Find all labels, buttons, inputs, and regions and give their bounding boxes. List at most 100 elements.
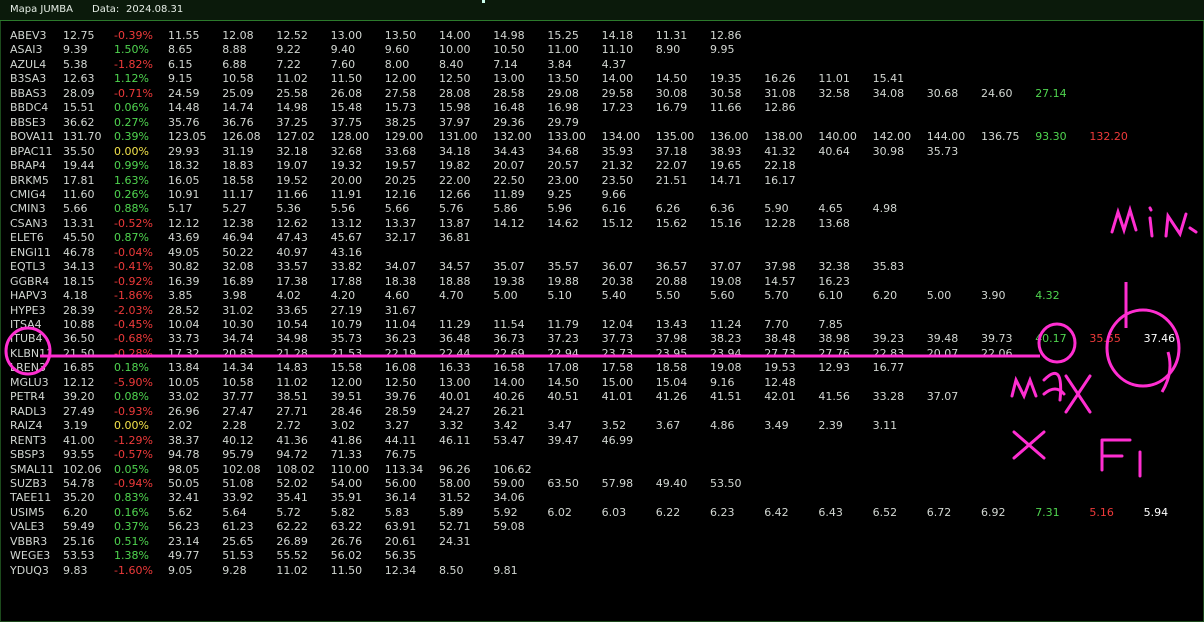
ticker-cell[interactable]: ASAI3 [10,43,42,57]
level-cell: 5.10 [547,289,572,303]
ticker-cell[interactable]: BRAP4 [10,159,46,173]
level-cell: 38.51 [276,390,308,404]
price-cell: 21.50 [63,346,95,360]
level-cell: 14.83 [276,361,308,375]
ticker-cell[interactable]: ITSA4 [10,318,42,332]
level-cell: 37.73 [601,332,634,346]
ticker-cell[interactable]: RAIZ4 [10,419,43,433]
level-cell: 32.08 [222,260,254,274]
ticker-cell[interactable]: ELET6 [10,231,44,245]
change-cell: 0.99% [114,159,149,173]
change-cell: -0.04% [114,245,153,259]
level-cell: 29.36 [493,115,525,129]
level-cell: 17.08 [547,361,579,375]
level-cell: 34.57 [439,260,471,274]
level-cell: 106.62 [493,462,532,476]
ticker-cell[interactable]: VALE3 [10,520,44,534]
ticker-cell[interactable]: HYPE3 [10,304,46,318]
ticker-cell[interactable]: CMIN3 [10,202,46,216]
level-cell: 39.23 [872,332,905,346]
table-row: LREN3 16.85 0.18% 13.84 14.34 14.83 15.58 16.08… [0,361,1204,375]
table-row: RAIZ4 3.19 0.00% 2.02 2.28 2.72 3.02 3.27 3.32 3.… [0,419,1204,433]
table-row: VALE3 59.49 0.37% 56.23 61.23 62.22 63.22 63.91… [0,520,1204,534]
ticker-cell[interactable]: WEGE3 [10,549,50,563]
ticker-cell[interactable]: BRKM5 [10,174,49,188]
ticker-cell[interactable]: BBSE3 [10,116,46,130]
level-cell: 14.50 [547,375,579,389]
ticker-cell[interactable]: CSAN3 [10,217,48,231]
date-value: 2024.08.31 [126,4,184,15]
ticker-cell[interactable]: AZUL4 [10,58,46,72]
price-cell: 5.66 [63,202,88,216]
level-cell: 12.08 [222,29,254,42]
ticker-cell[interactable]: VBBR3 [10,535,47,549]
ticker-cell[interactable]: SBSP3 [10,448,45,462]
level-cell: 49.40 [655,476,688,490]
level-cell: 14.74 [222,101,254,115]
ticker-cell[interactable]: YDUQ3 [10,564,49,578]
level-cell: 11.91 [330,187,363,201]
ticker-cell[interactable]: SUZB3 [10,477,47,491]
ticker-cell[interactable]: MGLU3 [10,376,49,390]
level-cell: 56.02 [330,549,363,563]
ticker-cell[interactable]: RENT3 [10,434,47,448]
ticker-cell[interactable]: EQTL3 [10,260,45,274]
level-cell: 24.27 [439,404,471,418]
level-cell: 47.43 [276,231,308,245]
level-cell: 34.98 [276,332,308,346]
level-cell: 55.52 [276,549,308,563]
level-cell: 45.67 [330,231,363,245]
level-cell: 24.59 [168,86,200,100]
level-cell: 23.94 [710,346,742,360]
ticker-cell[interactable]: B3SA3 [10,72,46,86]
level-cell: 35.93 [601,144,634,158]
level-cell: 6.72 [926,505,952,519]
level-cell: 3.52 [601,419,627,433]
ticker-cell[interactable]: PETR4 [10,390,45,404]
level-cell: 46.99 [601,433,634,447]
level-cell: 11.50 [330,72,363,86]
level-cell: 3.02 [330,419,356,433]
level-cell: 11.00 [547,43,579,57]
ticker-cell[interactable]: BBDC4 [10,101,48,115]
price-cell: 4.18 [63,289,88,303]
level-cell: 9.25 [547,187,572,201]
level-cell: 4.65 [818,202,843,216]
price-cell: 53.53 [63,549,95,563]
ticker-cell[interactable]: CMIG4 [10,188,46,202]
level-cell: 98.05 [168,462,200,476]
ticker-cell[interactable]: KLBN11 [10,347,53,361]
price-cell: 9.39 [63,43,88,57]
ticker-cell[interactable]: ITUB4 [10,332,43,346]
ticker-cell[interactable]: HAPV3 [10,289,47,303]
level-cell: 95.79 [222,448,254,462]
table-row: BRAP4 19.44 0.99% 18.32 18.83 19.07 19.32 19.57… [0,159,1204,173]
level-cell: 3.27 [384,419,410,433]
ticker-cell[interactable]: LREN3 [10,361,46,375]
ticker-cell[interactable]: BPAC11 [10,145,53,159]
level-cell: 34.68 [547,144,579,158]
table-row: ITUB4 36.50 -0.68% 33.73 34.74 34.98 35.73 36.2… [0,332,1204,346]
level-cell: 4.60 [384,289,410,303]
price-cell: 102.06 [63,462,102,476]
level-cell: 59.08 [493,520,525,534]
level-cell: 34.06 [493,491,525,505]
level-cell: 40.51 [547,390,579,404]
ticker-cell[interactable]: BBAS3 [10,87,47,101]
ticker-cell[interactable]: ABEV3 [10,29,47,43]
level-cell: 9.66 [601,187,627,201]
ticker-cell[interactable]: SMAL11 [10,463,54,477]
level-cell: 10.04 [168,318,200,331]
level-cell: 138.00 [764,130,803,144]
level-cell: 15.48 [330,101,363,115]
price-cell: 19.44 [63,159,95,173]
ticker-cell[interactable]: GGBR4 [10,275,49,289]
change-cell: -0.39% [114,29,153,42]
table-row: ASAI3 9.39 1.50% 8.65 8.88 9.22 9.40 9.60 10.00 1… [0,43,1204,57]
ticker-cell[interactable]: USIM5 [10,506,45,520]
level-cell: 31.19 [222,144,254,158]
ticker-cell[interactable]: RADL3 [10,405,46,419]
ticker-cell[interactable]: BOVA11 [10,130,54,144]
ticker-cell[interactable]: TAEE11 [10,491,51,505]
ticker-cell[interactable]: ENGI11 [10,246,51,260]
